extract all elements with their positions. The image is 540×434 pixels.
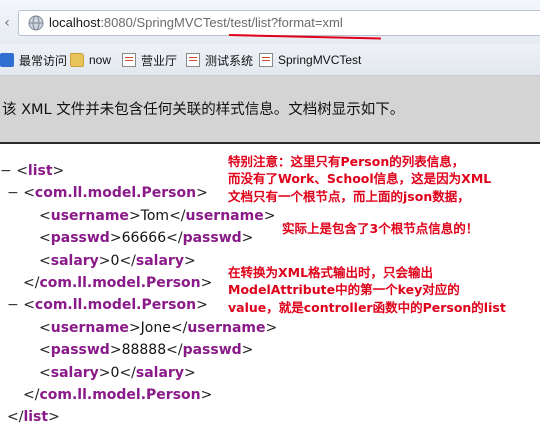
xml-line-passwd: <passwd>66666</passwd> — [39, 230, 254, 247]
bookmark-label: 营业厅 — [141, 53, 178, 68]
bookmark-most-visited[interactable]: 最常访问 — [0, 51, 67, 69]
globe-icon — [28, 15, 44, 31]
xml-tag: salary — [135, 364, 184, 381]
xml-tag: passwd — [50, 230, 110, 247]
xml-line-salary: <salary>0</salary> — [39, 364, 196, 381]
annotation-note-1: 特别注意：这里只有Person的列表信息， 而没有了Work、School信息，… — [228, 153, 491, 205]
url-text: localhost:8080/SpringMVCTest/test/list?f… — [49, 14, 343, 32]
xml-info-banner: 该 XML 文件并未包含任何关联的样式信息。文档树显示如下。 — [0, 76, 540, 144]
page-icon — [186, 53, 200, 67]
xml-tag: com.ll.model.Person — [39, 386, 201, 403]
xml-tag: com.ll.model.Person — [39, 274, 201, 291]
bookmark-label: SpringMVCTest — [278, 53, 362, 67]
bookmarks-bar: 最常访问 now 营业厅 测试系统 SpringMVCTest — [0, 44, 540, 76]
annotation-note-2: 实际上是包含了3个根节点信息的！ — [282, 221, 479, 236]
xml-tag: passwd — [182, 230, 242, 247]
bookmark-label: 测试系统 — [205, 53, 254, 68]
bookmark-test-system[interactable]: 测试系统 — [186, 51, 253, 69]
collapse-toggle[interactable]: − — [7, 185, 19, 201]
url-field[interactable]: localhost:8080/SpringMVCTest/test/list?f… — [18, 10, 540, 36]
xml-tag: username — [185, 207, 264, 224]
xml-value: Jone — [140, 319, 171, 336]
redaction-blur — [464, 262, 524, 280]
xml-tag: list — [27, 163, 53, 179]
xml-info-message: 该 XML 文件并未包含任何关联的样式信息。文档树显示如下。 — [2, 102, 405, 118]
back-arrow-icon[interactable]: ‹ — [0, 12, 14, 34]
xml-value: 66666 — [121, 230, 167, 247]
xml-tag: username — [50, 207, 129, 224]
xml-tag: salary — [135, 252, 184, 269]
bookmark-springmvctest[interactable]: SpringMVCTest — [259, 51, 361, 69]
xml-line-list-close: </list> — [7, 409, 60, 426]
xml-tag: username — [187, 319, 266, 336]
redaction-blur — [508, 190, 538, 206]
bookmark-label: 最常访问 — [19, 53, 68, 68]
annotation-line: 而没有了Work、School信息，这是因为XML — [228, 171, 492, 187]
collapse-toggle[interactable]: − — [7, 297, 19, 313]
xml-value: Tom — [140, 207, 170, 224]
address-bar-area: ‹ localhost:8080/SpringMVCTest/test/list… — [0, 0, 540, 44]
xml-tag: salary — [50, 252, 99, 269]
url-path: :8080/SpringMVCTest/test/list?format=xml — [100, 15, 343, 30]
xml-tag: com.ll.model.Person — [34, 185, 197, 202]
collapse-toggle[interactable]: − — [0, 163, 12, 179]
star-icon — [0, 53, 14, 67]
xml-value: 88888 — [121, 342, 167, 359]
xml-tag: salary — [50, 364, 99, 381]
xml-line-passwd: <passwd>88888</passwd> — [39, 342, 254, 359]
annotation-line: 文档只有一个根节点，而上面的json数据， — [228, 188, 470, 204]
annotation-line: value，就是controller函数中的Person的list — [228, 299, 506, 315]
annotation-line: 特别注意：这里只有Person的列表信息， — [228, 154, 465, 169]
annotation-line: ModelAttribute中的第一个key对应的 — [228, 282, 460, 298]
xml-tag: passwd — [50, 342, 110, 359]
page-icon — [122, 53, 136, 67]
xml-line-username: <username>Tom</username> — [39, 207, 276, 224]
xml-tag: passwd — [182, 342, 242, 359]
xml-line-username: <username>Jone</username> — [39, 319, 278, 336]
xml-line-person-close: </com.ll.model.Person> — [23, 386, 213, 403]
bookmark-business-hall[interactable]: 营业厅 — [122, 51, 177, 69]
xml-tag: username — [50, 319, 129, 336]
xml-tag: com.ll.model.Person — [34, 297, 197, 314]
bookmark-now[interactable]: now — [70, 51, 111, 69]
xml-tag: list — [23, 409, 49, 426]
folder-icon — [70, 53, 84, 67]
url-host: localhost — [49, 15, 101, 30]
page-icon — [259, 53, 273, 67]
bookmark-label: now — [89, 53, 112, 67]
